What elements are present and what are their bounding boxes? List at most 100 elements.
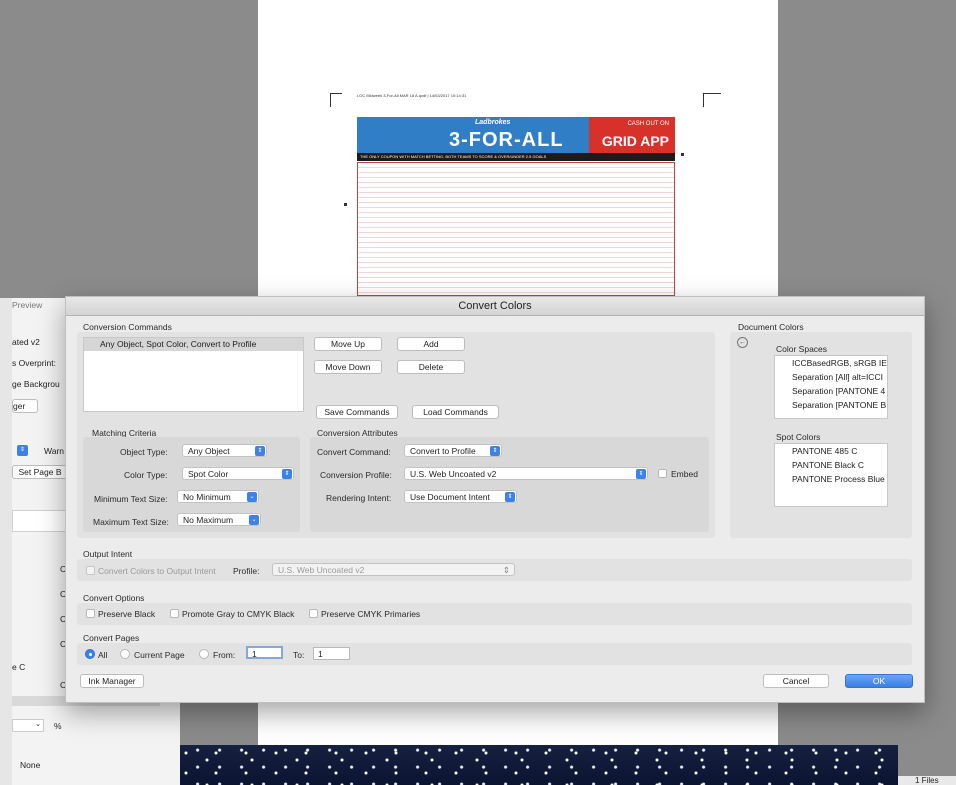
color-spaces-list[interactable]: ICCBasedRGB, sRGB IEC Separation [All] a…	[774, 355, 888, 419]
document-colors-label: Document Colors	[738, 322, 804, 332]
color-spaces-label: Color Spaces	[776, 344, 828, 354]
back-arrow-icon[interactable]: ←	[737, 337, 748, 348]
cancel-button[interactable]: Cancel	[763, 674, 829, 688]
ok-button[interactable]: OK	[845, 674, 913, 688]
conversion-profile-label: Conversion Profile:	[320, 470, 392, 480]
crop-mark	[703, 93, 704, 107]
embed-checkbox[interactable]	[658, 469, 667, 478]
conversion-commands-label: Conversion Commands	[83, 322, 172, 332]
rendering-intent-value: Use Document Intent	[410, 492, 490, 502]
color-type-label: Color Type:	[124, 470, 168, 480]
rendering-intent-label: Rendering Intent:	[326, 493, 392, 503]
side-button[interactable]: Set Page B	[12, 465, 68, 479]
color-type-select[interactable]: Spot Color ⇕	[182, 467, 294, 480]
commands-list[interactable]: Any Object, Spot Color, Convert to Profi…	[83, 337, 304, 412]
rendering-intent-select[interactable]: Use Document Intent ⇕	[404, 490, 517, 503]
add-button[interactable]: Add	[397, 337, 465, 351]
convert-output-intent-checkbox[interactable]	[86, 566, 95, 575]
to-label: To:	[293, 650, 305, 660]
chevron-updown-icon: ⇕	[282, 469, 292, 479]
to-page-input[interactable]: 1	[313, 647, 350, 660]
embed-label: Embed	[671, 469, 698, 479]
chevron-updown-icon: ⇕	[490, 446, 500, 456]
ink-manager-button[interactable]: Ink Manager	[80, 674, 144, 688]
side-text: Warn	[44, 446, 64, 456]
promote-gray-checkbox[interactable]	[170, 609, 179, 618]
preserve-cmyk-label: Preserve CMYK Primaries	[321, 609, 421, 619]
color-space-item[interactable]: ICCBasedRGB, sRGB IEC	[775, 356, 887, 370]
crop-mark	[330, 93, 331, 107]
left-panel-strip	[0, 298, 12, 785]
chevron-updown-icon[interactable]: ⇕	[17, 445, 28, 456]
from-radio[interactable]	[199, 649, 209, 659]
current-page-radio[interactable]	[120, 649, 130, 659]
doc-banner-cash: CASH OUT ON	[627, 121, 669, 127]
current-page-label: Current Page	[134, 650, 185, 660]
load-commands-button[interactable]: Load Commands	[412, 405, 499, 419]
doc-banner-brand: Ladbrokes	[475, 119, 511, 126]
convert-pages-label: Convert Pages	[83, 633, 140, 643]
side-text: %	[54, 721, 62, 731]
all-pages-radio[interactable]	[85, 649, 95, 659]
side-text: e C	[12, 662, 26, 672]
command-item[interactable]: Any Object, Spot Color, Convert to Profi…	[84, 338, 303, 351]
max-text-select[interactable]: No Maximum ⌄	[177, 513, 261, 526]
output-intent-label: Output Intent	[83, 549, 133, 559]
handle	[681, 153, 684, 156]
move-up-button[interactable]: Move Up	[314, 337, 382, 351]
color-space-item[interactable]: Separation [All] alt=ICCI	[775, 370, 887, 384]
delete-button[interactable]: Delete	[397, 360, 465, 374]
preserve-cmyk-checkbox[interactable]	[309, 609, 318, 618]
move-down-button[interactable]: Move Down	[314, 360, 382, 374]
doc-banner-title: 3-FOR-ALL	[449, 129, 564, 151]
doc-banner-app: GRID APP	[601, 133, 669, 149]
from-label: From:	[213, 650, 236, 660]
chevron-updown-icon: ⇕	[255, 446, 265, 456]
object-type-value: Any Object	[188, 446, 230, 456]
object-type-select[interactable]: Any Object ⇕	[182, 444, 267, 457]
conversion-profile-select[interactable]: U.S. Web Uncoated v2 ⇕	[404, 467, 648, 480]
side-text: s Overprint:	[12, 358, 56, 368]
handle	[344, 203, 347, 206]
max-text-label: Maximum Text Size:	[93, 517, 169, 527]
chevron-updown-icon: ⇕	[505, 492, 515, 502]
color-type-value: Spot Color	[188, 469, 229, 479]
spot-color-item[interactable]: PANTONE 485 C	[775, 444, 887, 458]
min-text-label: Minimum Text Size:	[94, 494, 168, 504]
spot-colors-list[interactable]: PANTONE 485 C PANTONE Black C PANTONE Pr…	[774, 443, 888, 507]
conversion-profile-value: U.S. Web Uncoated v2	[410, 469, 497, 479]
convert-command-select[interactable]: Convert to Profile ⇕	[404, 444, 502, 457]
side-button[interactable]: ger	[12, 399, 38, 413]
convert-colors-dialog: Convert Colors Conversion Commands Any O…	[65, 296, 925, 703]
preview-tab[interactable]: Preview	[12, 300, 42, 310]
spot-color-item[interactable]: PANTONE Black C	[775, 458, 887, 472]
preserve-black-label: Preserve Black	[98, 609, 156, 619]
convert-command-label: Convert Command:	[317, 447, 391, 457]
convert-options-label: Convert Options	[83, 593, 145, 603]
side-text: ge Backgrou	[12, 379, 60, 389]
save-commands-button[interactable]: Save Commands	[316, 405, 398, 419]
dialog-title: Convert Colors	[66, 297, 924, 316]
color-space-item[interactable]: Separation [PANTONE B	[775, 398, 887, 412]
convert-output-intent-label: Convert Colors to Output Intent	[98, 566, 216, 576]
min-text-select[interactable]: No Minimum ⌄	[177, 490, 259, 503]
files-count: 1 Files	[898, 776, 956, 785]
color-space-item[interactable]: Separation [PANTONE 4	[775, 384, 887, 398]
max-text-value: No Maximum	[183, 515, 234, 525]
preserve-black-checkbox[interactable]	[86, 609, 95, 618]
spot-color-item[interactable]: PANTONE Process Blue	[775, 472, 887, 486]
all-pages-label: All	[98, 650, 108, 660]
from-page-input[interactable]: 1	[246, 646, 283, 659]
output-profile-value: U.S. Web Uncoated v2	[278, 565, 365, 575]
side-field[interactable]	[12, 510, 67, 532]
side-dropdown[interactable]: ⌄	[12, 719, 44, 732]
output-profile-select[interactable]: U.S. Web Uncoated v2 ⇕	[272, 563, 515, 576]
crop-mark	[330, 93, 342, 94]
chevron-updown-icon: ⇕	[502, 565, 510, 575]
side-text: None	[20, 760, 41, 770]
promote-gray-label: Promote Gray to CMYK Black	[182, 609, 295, 619]
output-profile-label: Profile:	[233, 566, 260, 576]
side-text: ated v2	[12, 337, 40, 347]
convert-command-value: Convert to Profile	[410, 446, 476, 456]
chevron-down-icon: ⌄	[247, 492, 257, 502]
